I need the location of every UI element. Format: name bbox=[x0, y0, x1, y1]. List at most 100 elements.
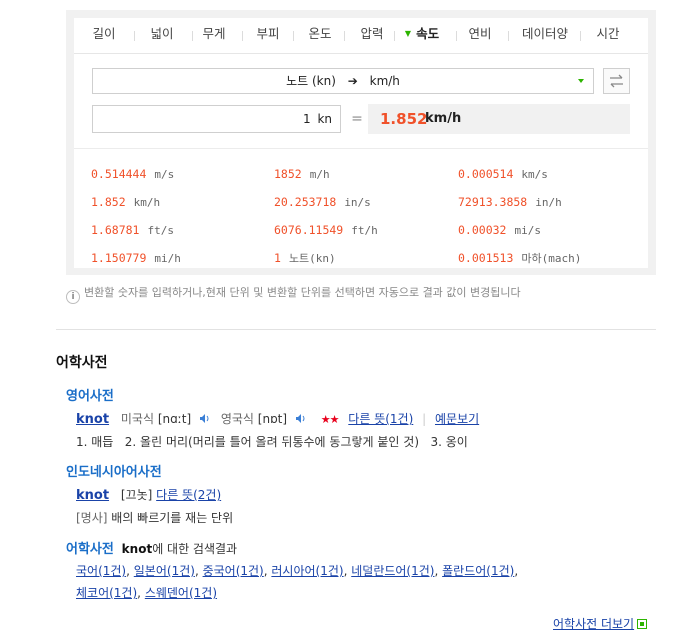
swap-units-button[interactable] bbox=[603, 68, 630, 94]
tab-divider bbox=[580, 31, 581, 41]
result-cell: 1.68781 ft/s bbox=[91, 221, 174, 239]
result-cell-value: 72913.3858 bbox=[458, 195, 528, 209]
more-dictionary-link[interactable]: 어학사전 더보기 bbox=[553, 615, 648, 632]
result-unit: km/h bbox=[425, 111, 462, 126]
tab-divider bbox=[456, 31, 457, 41]
search-results-line-1: 국어(1건), 일본어(1건), 중국어(1건), 러시아어(1건), 네덜란드… bbox=[76, 564, 519, 578]
result-swedish[interactable]: 스웨덴어(1건) bbox=[145, 586, 217, 600]
result-czech[interactable]: 체코어(1건) bbox=[76, 586, 137, 600]
result-cell: 0.000514 km/s bbox=[458, 165, 548, 183]
search-results-title[interactable]: 어학사전 bbox=[66, 542, 114, 557]
result-chinese[interactable]: 중국어(1건) bbox=[203, 564, 264, 578]
result-dutch[interactable]: 네덜란드어(1건) bbox=[351, 564, 434, 578]
result-cell-value: 0.001513 bbox=[458, 251, 514, 265]
other-meanings-link[interactable]: 다른 뜻(2건) bbox=[156, 488, 221, 502]
result-cell-unit: in/h bbox=[535, 196, 562, 209]
result-japanese[interactable]: 일본어(1건) bbox=[134, 564, 195, 578]
result-cell-unit: km/s bbox=[521, 168, 548, 181]
tab-divider bbox=[242, 31, 243, 41]
entry-word[interactable]: knot bbox=[76, 412, 109, 427]
result-cell-unit: mi/s bbox=[514, 224, 541, 237]
info-icon: i bbox=[66, 290, 80, 304]
result-cell-unit: 마하(mach) bbox=[521, 252, 582, 265]
indonesian-pronunciation: [끄놋] bbox=[120, 488, 153, 502]
result-russian[interactable]: 러시아어(1건) bbox=[271, 564, 343, 578]
result-cell-value: 0.000514 bbox=[458, 167, 514, 181]
meaning-text: 배의 빠르기를 재는 단위 bbox=[111, 511, 234, 525]
divider bbox=[74, 148, 648, 149]
unit-from: 노트 (kn) bbox=[286, 74, 336, 88]
tab-divider bbox=[394, 31, 395, 41]
tab-time[interactable]: 시간 bbox=[588, 18, 628, 54]
tab-divider bbox=[134, 31, 135, 41]
result-cell-value: 1 bbox=[274, 251, 281, 265]
uk-label: 영국식 bbox=[220, 412, 254, 426]
tab-fuel-economy[interactable]: 연비 bbox=[460, 18, 500, 54]
result-cell-unit: mi/h bbox=[154, 252, 181, 265]
indonesian-meaning: [명사] 배의 빠르기를 재는 단위 bbox=[76, 509, 233, 526]
tab-volume[interactable]: 부피 bbox=[248, 18, 288, 54]
entry-word[interactable]: knot bbox=[76, 488, 109, 503]
result-cell: 6076.11549 ft/h bbox=[274, 221, 378, 239]
tab-data-amount[interactable]: 데이터양 bbox=[517, 18, 573, 54]
result-cell-value: 1852 bbox=[274, 167, 302, 181]
input-unit: kn bbox=[317, 112, 332, 126]
examples-link[interactable]: 예문보기 bbox=[435, 412, 479, 426]
tab-area[interactable]: 넓이 bbox=[142, 18, 182, 54]
converter-panel: 길이 넓이 무게 부피 온도 압력 ▼ 속도 연비 데이터양 시간 노트 (kn)… bbox=[74, 18, 648, 268]
search-suffix: 에 대한 검색결과 bbox=[152, 542, 238, 556]
result-cell-value: 0.514444 bbox=[91, 167, 147, 181]
result-korean[interactable]: 국어(1건) bbox=[76, 564, 126, 578]
english-entry: knot 미국식 [nɑːt] 영국식 [nɒt] ★★ 다른 뜻(1건) | … bbox=[76, 410, 479, 427]
unit-category-tabs: 길이 넓이 무게 부피 온도 압력 ▼ 속도 연비 데이터양 시간 bbox=[74, 18, 648, 54]
result-cell: 1 노트(kn) bbox=[274, 249, 336, 267]
result-cell-value: 1.852 bbox=[91, 195, 126, 209]
result-cell-unit: km/h bbox=[133, 196, 161, 209]
tab-divider bbox=[293, 31, 294, 41]
converter-help-note: i 변환할 숫자를 입력하거나,현재 단위 및 변환할 단위를 선택하면 자동으로… bbox=[66, 284, 521, 304]
search-results-heading: 어학사전 knot에 대한 검색결과 bbox=[66, 538, 237, 557]
tab-divider bbox=[344, 31, 345, 41]
active-tab-arrow-icon: ▼ bbox=[404, 29, 412, 38]
tab-speed-label: 속도 bbox=[416, 26, 440, 41]
unit-to: km/h bbox=[369, 74, 400, 88]
unit-pair-select[interactable]: 노트 (kn) ➔ km/h bbox=[92, 68, 594, 94]
indonesian-dictionary-title[interactable]: 인도네시아어사전 bbox=[66, 461, 162, 480]
speaker-icon[interactable] bbox=[199, 413, 211, 424]
result-cell-unit: ft/h bbox=[351, 224, 378, 237]
tab-length[interactable]: 길이 bbox=[84, 18, 124, 54]
tab-temperature[interactable]: 온도 bbox=[300, 18, 340, 54]
search-results-line-2: 체코어(1건), 스웨덴어(1건) bbox=[76, 586, 218, 600]
unit-converter: 길이 넓이 무게 부피 온도 압력 ▼ 속도 연비 데이터양 시간 노트 (kn)… bbox=[66, 10, 656, 275]
result-polish[interactable]: 폴란드어(1건) bbox=[442, 564, 514, 578]
other-meanings-link[interactable]: 다른 뜻(1건) bbox=[348, 412, 413, 426]
result-cell: 72913.3858 in/h bbox=[458, 193, 562, 211]
more-link-label: 어학사전 더보기 bbox=[553, 617, 635, 631]
result-value: 1.852 bbox=[380, 110, 428, 128]
separator: | bbox=[422, 412, 427, 426]
result-cell: 1.150779 mi/h bbox=[91, 249, 181, 267]
result-cell-value: 20.253718 bbox=[274, 195, 337, 209]
result-cell-unit: 노트(kn) bbox=[288, 252, 336, 265]
unit-pair-text: 노트 (kn) ➔ km/h bbox=[93, 69, 593, 93]
result-cell-unit: m/h bbox=[309, 168, 330, 181]
tab-weight[interactable]: 무게 bbox=[194, 18, 234, 54]
arrow-right-icon: ➔ bbox=[347, 74, 358, 88]
result-cell-unit: ft/s bbox=[147, 224, 174, 237]
value-input-content: 1 kn bbox=[303, 106, 332, 132]
tab-pressure[interactable]: 압력 bbox=[352, 18, 392, 54]
result-cell-unit: m/s bbox=[154, 168, 175, 181]
part-of-speech: [명사] bbox=[76, 511, 108, 525]
section-divider bbox=[56, 329, 656, 330]
dictionary-title: 어학사전 bbox=[56, 355, 108, 371]
english-meanings: 1. 매듭 2. 올린 머리(머리를 틀어 올려 뒤통수에 동그랗게 붙인 것)… bbox=[76, 435, 468, 449]
value-input[interactable]: 1 kn bbox=[92, 105, 341, 133]
more-icon bbox=[637, 619, 648, 629]
result-cell: 0.001513 마하(mach) bbox=[458, 249, 581, 267]
english-dictionary-title[interactable]: 영어사전 bbox=[66, 385, 114, 404]
result-cell-value: 6076.11549 bbox=[274, 223, 344, 237]
tab-speed[interactable]: ▼ 속도 bbox=[396, 18, 448, 54]
speaker-icon[interactable] bbox=[295, 413, 307, 424]
result-cell: 1.852 km/h bbox=[91, 193, 160, 211]
result-cell-value: 1.150779 bbox=[91, 251, 147, 265]
